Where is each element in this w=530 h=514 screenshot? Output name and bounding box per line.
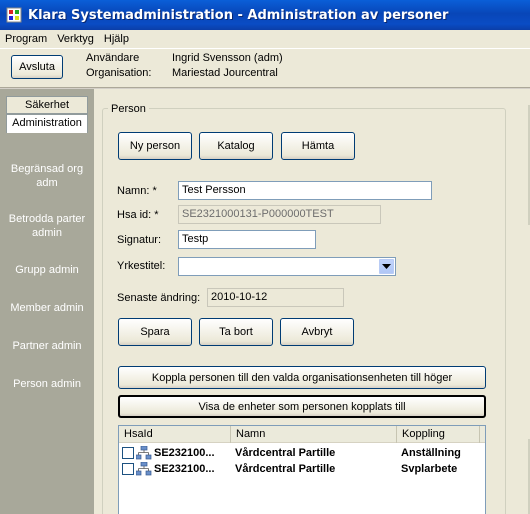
main-area: Person Ny person Katalog Hämta Namn: * T…	[94, 89, 530, 514]
units-listview[interactable]: HsaId Namn Koppling SE232100... Vårdcent…	[118, 425, 486, 514]
column-header-koppling[interactable]: Koppling	[397, 426, 480, 443]
org-unit-icon	[135, 445, 152, 460]
row-hsaid: SE232100...	[154, 463, 215, 475]
nav-item-person-admin[interactable]: Person admin	[0, 377, 94, 391]
catalog-button[interactable]: Katalog	[199, 132, 273, 160]
row-name: Vårdcentral Partille	[235, 463, 336, 475]
tab-administration[interactable]: Administration	[6, 114, 88, 133]
name-field[interactable]: Test Persson	[178, 181, 432, 200]
delete-button[interactable]: Ta bort	[199, 318, 273, 346]
cancel-button[interactable]: Avbryt	[280, 318, 354, 346]
hsaid-field: SE2321000131-P000000TEST	[178, 205, 381, 224]
menu-program[interactable]: Program	[0, 33, 52, 45]
fetch-button[interactable]: Hämta	[281, 132, 355, 160]
nav-item-partner-admin[interactable]: Partner admin	[0, 339, 94, 353]
title-bar: Klara Systemadministration - Administrat…	[0, 0, 530, 30]
column-header-hsaid[interactable]: HsaId	[119, 426, 231, 443]
exit-button[interactable]: Avsluta	[11, 55, 63, 79]
new-person-button[interactable]: Ny person	[118, 132, 192, 160]
row-link: Svplarbete	[401, 463, 458, 475]
title-combo[interactable]	[178, 257, 396, 276]
save-button[interactable]: Spara	[118, 318, 192, 346]
nav-item-begransad-org-adm[interactable]: Begränsad org adm	[0, 162, 94, 190]
org-unit-icon	[135, 461, 152, 476]
person-group-title: Person	[108, 103, 149, 115]
row-name: Vårdcentral Partille	[235, 447, 336, 459]
row-link: Anställning	[401, 447, 461, 459]
chevron-down-icon[interactable]	[379, 259, 394, 274]
tab-sakerhet[interactable]: Säkerhet	[6, 96, 88, 114]
table-row[interactable]: SE232100... Vårdcentral Partille Anställ…	[119, 445, 476, 461]
units-table-header: HsaId Namn Koppling	[119, 426, 485, 443]
nav-item-grupp-admin[interactable]: Grupp admin	[0, 263, 94, 277]
link-person-button[interactable]: Koppla personen till den valda organisat…	[118, 366, 486, 389]
row-checkbox[interactable]	[122, 463, 134, 475]
show-units-button[interactable]: Visa de enheter som personen kopplats ti…	[118, 395, 486, 418]
menu-hjalp[interactable]: Hjälp	[99, 33, 134, 45]
hsaid-label: Hsa id: *	[117, 209, 159, 221]
user-label: Användare	[86, 52, 140, 64]
org-value: Mariestad Jourcentral	[172, 67, 278, 79]
title-label: Yrkestitel:	[117, 260, 166, 272]
nav-item-betrodda-parter-admin[interactable]: Betrodda parter admin	[0, 212, 94, 240]
row-hsaid: SE232100...	[154, 447, 215, 459]
top-panel: Avsluta Användare Ingrid Svensson (adm) …	[0, 49, 530, 88]
org-label: Organisation:	[86, 67, 152, 79]
table-row[interactable]: SE232100... Vårdcentral Partille Svplarb…	[119, 461, 476, 477]
row-checkbox[interactable]	[122, 447, 134, 459]
changed-field: 2010-10-12	[207, 288, 344, 307]
menu-verktyg[interactable]: Verktyg	[52, 33, 99, 45]
signature-label: Signatur:	[117, 234, 162, 246]
left-navigation: Säkerhet Administration Begränsad org ad…	[0, 89, 94, 514]
signature-field[interactable]: Testp	[178, 230, 316, 249]
user-value: Ingrid Svensson (adm)	[172, 52, 283, 64]
window-title: Klara Systemadministration - Administrat…	[28, 7, 449, 23]
changed-label: Senaste ändring:	[117, 292, 201, 304]
nav-item-member-admin[interactable]: Member admin	[0, 301, 94, 315]
app-icon	[6, 7, 22, 23]
menu-bar: Program Verktyg Hjälp	[0, 30, 530, 49]
name-label: Namn: *	[117, 185, 157, 197]
column-header-namn[interactable]: Namn	[231, 426, 397, 443]
